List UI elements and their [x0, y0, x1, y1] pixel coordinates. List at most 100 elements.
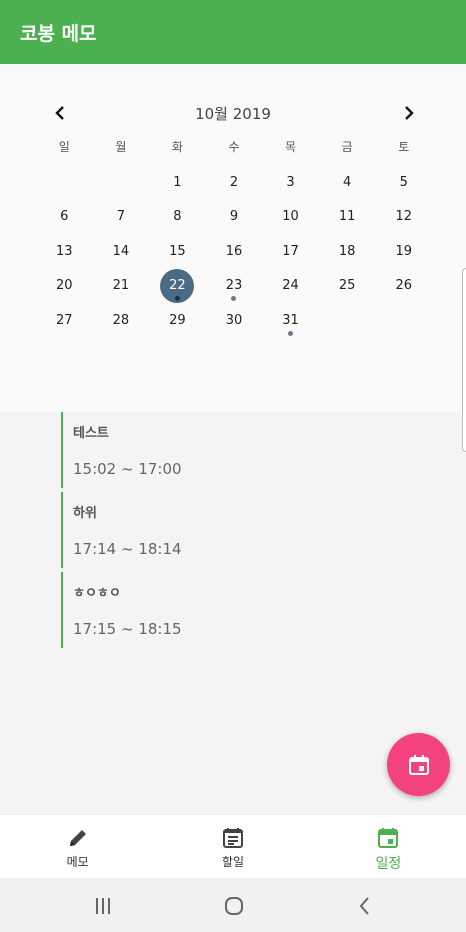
nav-item-todo[interactable]: 할일	[155, 815, 310, 878]
day-number: 24	[282, 278, 299, 294]
nav-label-schedule: 일정	[375, 856, 402, 872]
day-cell[interactable]: 17	[262, 234, 319, 269]
day-cell[interactable]: 2	[206, 165, 263, 200]
event-time: 17:15 ~ 18:15	[73, 620, 182, 638]
calendar-header: 10월 2019	[0, 98, 466, 128]
day-cell[interactable]: 14	[93, 234, 150, 269]
day-number: 21	[112, 278, 130, 294]
calendar-icon	[378, 828, 399, 848]
back-button[interactable]	[353, 895, 377, 917]
weekday-label: 토	[398, 140, 410, 154]
day-number: 3	[286, 174, 295, 190]
bottom-navigation: 메모 할일 일정	[0, 814, 466, 878]
day-cell[interactable]: 11	[319, 200, 376, 235]
day-number: 27	[56, 312, 73, 328]
calendar-add-icon	[408, 754, 429, 775]
day-number: 2	[229, 174, 239, 190]
day-number: 29	[169, 312, 186, 328]
home-icon	[225, 897, 243, 915]
day-cell[interactable]: 5	[375, 165, 432, 200]
weekday-label: 월	[115, 140, 127, 154]
event-title: 테스트	[73, 426, 109, 441]
nav-item-memo[interactable]: 메모	[0, 815, 155, 878]
event-item[interactable]: 하위 17:14 ~ 18:14	[61, 492, 401, 568]
day-cell[interactable]: 19	[375, 234, 432, 269]
day-cell[interactable]: 7	[93, 200, 150, 235]
weekday-label: 금	[341, 140, 353, 154]
day-number: 13	[56, 243, 73, 259]
day-cell[interactable]: 4	[319, 165, 376, 200]
day-cell[interactable]: 6	[36, 200, 93, 235]
event-title: 하위	[73, 506, 97, 521]
add-event-fab[interactable]	[387, 733, 450, 796]
event-time: 15:02 ~ 17:00	[73, 460, 182, 478]
calendar: 10월 2019 일월화수목금토 1 2 3 4 5 6 7 8 9 10 11 12 13 14 15 16…	[0, 64, 466, 412]
event-item[interactable]: ㅎㅇㅎㅇ 17:15 ~ 18:15	[61, 572, 401, 648]
day-cell[interactable]: 20	[36, 269, 93, 304]
day-cell[interactable]: 12	[375, 200, 432, 235]
day-number: 11	[338, 209, 356, 225]
day-cell[interactable]: 15	[149, 234, 206, 269]
day-cell[interactable]: 22	[149, 268, 206, 304]
event-indicator-dot	[174, 296, 180, 301]
nav-item-schedule[interactable]: 일정	[311, 815, 466, 878]
day-number: 10	[282, 209, 299, 225]
day-number: 18	[338, 243, 356, 259]
day-number: 12	[395, 209, 412, 225]
day-cell[interactable]: 27	[36, 303, 93, 338]
day-number: 4	[342, 174, 352, 190]
event-indicator-dot	[288, 330, 294, 336]
event-indicator-dot	[231, 296, 237, 301]
day-number: 26	[395, 278, 412, 294]
recent-apps-button[interactable]	[91, 895, 115, 917]
day-number: 8	[173, 209, 182, 225]
event-item[interactable]: 테스트 15:02 ~ 17:00	[61, 412, 401, 488]
day-cell[interactable]: 28	[93, 303, 150, 338]
day-cell[interactable]: 3	[262, 165, 319, 200]
day-cell[interactable]: 10	[262, 200, 319, 235]
day-number: 5	[399, 174, 408, 190]
day-number: 28	[112, 312, 130, 328]
day-cell[interactable]: 16	[206, 234, 263, 269]
day-cell[interactable]: 30	[206, 303, 263, 338]
day-cell[interactable]: 8	[149, 200, 206, 235]
weekday-row: 일월화수목금토	[36, 138, 432, 158]
day-cell[interactable]: 1	[149, 165, 206, 200]
recent-apps-icon	[96, 898, 110, 914]
event-time: 17:14 ~ 18:14	[73, 540, 182, 558]
weekday-label: 수	[228, 140, 240, 154]
event-title: ㅎㅇㅎㅇ	[73, 586, 121, 601]
day-cell[interactable]: 26	[375, 269, 432, 304]
day-number: 6	[60, 209, 69, 225]
system-navigation-bar	[0, 878, 466, 932]
nav-label-todo: 할일	[221, 855, 245, 869]
day-cell[interactable]: 23	[206, 269, 263, 304]
back-icon	[359, 897, 369, 915]
day-number: 19	[395, 243, 412, 259]
day-cell[interactable]: 25	[319, 269, 376, 304]
pencil-icon	[69, 830, 86, 846]
home-button[interactable]	[222, 895, 246, 917]
day-cell[interactable]: 31	[262, 303, 319, 338]
list-icon	[222, 828, 243, 848]
chevron-right-icon	[405, 106, 414, 120]
day-number: 20	[56, 278, 73, 294]
day-cell[interactable]: 29	[149, 303, 206, 338]
next-month-button[interactable]	[394, 98, 424, 128]
day-blank	[93, 165, 150, 200]
day-cell[interactable]: 21	[93, 269, 150, 304]
app-title: 코봉 메모	[20, 22, 97, 45]
day-number: 25	[338, 278, 356, 294]
day-number: 14	[112, 243, 130, 259]
weekday-label: 목	[285, 140, 297, 154]
day-cell[interactable]: 9	[206, 200, 263, 235]
day-cell[interactable]: 24	[262, 269, 319, 304]
day-cell[interactable]: 13	[36, 234, 93, 269]
nav-label-memo: 메모	[66, 855, 89, 869]
day-number: 9	[229, 209, 239, 225]
day-cell[interactable]: 18	[319, 234, 376, 269]
day-number: 1	[173, 174, 182, 190]
day-number: 7	[116, 209, 125, 225]
day-number: 30	[225, 312, 243, 328]
day-number: 15	[169, 243, 186, 259]
